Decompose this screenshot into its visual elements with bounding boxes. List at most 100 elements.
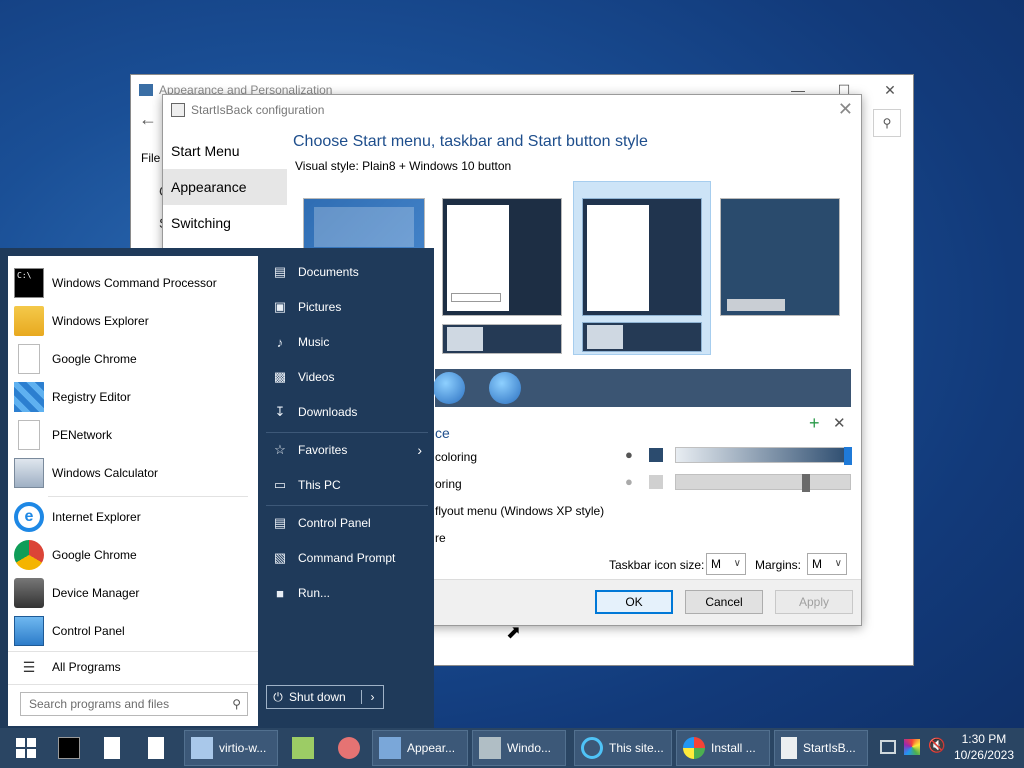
folder-pictures[interactable]: ▣ Pictures — [266, 290, 426, 324]
color-slider-1[interactable] — [675, 447, 852, 465]
this-pc[interactable]: ▭ This PC — [266, 468, 426, 502]
blank-file-icon — [148, 737, 164, 759]
right-run[interactable]: ■ Run... — [266, 576, 426, 610]
control-panel-icon — [139, 84, 153, 96]
taskbar-button-startisback[interactable]: StartIsB... — [774, 730, 868, 766]
folder-label: Music — [298, 335, 330, 349]
slider-thumb[interactable] — [802, 474, 810, 492]
shutdown-button[interactable]: ⏻ Shut down › — [266, 685, 384, 709]
taskbar-label: Install ... — [711, 741, 756, 755]
folder-label: Control Panel — [298, 516, 371, 530]
close-icon[interactable]: ✕ — [867, 75, 913, 105]
right-command-prompt[interactable]: ▧ Command Prompt — [266, 541, 426, 575]
chrome-icon — [14, 540, 44, 570]
add-icon[interactable]: + — [809, 413, 820, 434]
taskbar-button-install[interactable]: Install ... — [676, 730, 770, 766]
style-thumbnail-4[interactable] — [720, 198, 840, 316]
windows-orb-icon[interactable] — [433, 372, 465, 404]
folder-label: This PC — [298, 478, 341, 492]
color-swatch-1[interactable] — [649, 448, 663, 462]
option-flyout-menu[interactable]: flyout menu (Windows XP style) — [435, 504, 604, 518]
slider-thumb[interactable] — [844, 447, 852, 465]
style-thumbnail-3-selected[interactable] — [573, 181, 711, 355]
divider — [8, 684, 258, 685]
ok-button[interactable]: OK — [595, 590, 673, 614]
program-google-chrome-2[interactable]: Google Chrome — [8, 536, 258, 574]
folder-documents[interactable]: ▤ Documents — [266, 255, 426, 289]
videos-icon: ▩ — [273, 369, 287, 384]
color-slider-2[interactable] — [675, 474, 851, 492]
color-swatch-2[interactable] — [649, 475, 663, 489]
program-registry-editor[interactable]: Registry Editor — [8, 378, 258, 416]
downloads-icon: ↧ — [274, 404, 286, 419]
dialog-nav: Start Menu Appearance Switching — [163, 133, 287, 241]
folder-label: Pictures — [298, 300, 342, 314]
option-re[interactable]: re — [435, 531, 446, 545]
folder-label: Run... — [298, 586, 331, 600]
start-menu-programs: C:\ Windows Command Processor Windows Ex… — [8, 256, 258, 726]
pinned-notepad[interactable] — [286, 730, 322, 766]
taskbar-button-windows[interactable]: Windo... — [472, 730, 566, 766]
folder-music[interactable]: ♪ Music — [266, 325, 426, 359]
document-icon — [191, 737, 213, 759]
program-internet-explorer[interactable]: e Internet Explorer — [8, 498, 258, 536]
program-penetwork[interactable]: PENetwork — [8, 416, 258, 454]
taskbar-button-appearance[interactable]: Appear... — [372, 730, 468, 766]
file-menu[interactable]: File — [141, 151, 160, 165]
taskbar-preview-2[interactable] — [442, 324, 562, 354]
pinned-file[interactable] — [98, 730, 134, 766]
start-button[interactable] — [6, 730, 46, 766]
notepad-icon — [292, 737, 314, 759]
network-icon[interactable] — [880, 740, 896, 754]
option-coloring[interactable]: coloring — [435, 450, 477, 464]
dropper-icon[interactable]: ● — [625, 474, 633, 489]
nav-start-menu[interactable]: Start Menu — [163, 133, 287, 169]
remove-icon[interactable]: ✕ — [833, 414, 846, 432]
apply-button[interactable]: Apply — [775, 590, 853, 614]
folder-label: Favorites — [298, 443, 348, 457]
pinned-cmd[interactable] — [52, 730, 88, 766]
start-search-input[interactable]: Search programs and files ⚲ — [20, 692, 248, 716]
folder-label: Downloads — [298, 405, 358, 419]
program-device-manager[interactable]: Device Manager — [8, 574, 258, 612]
windows-orb-icon[interactable] — [489, 372, 521, 404]
option-oring[interactable]: oring — [435, 477, 462, 491]
margins-label: Margins: — [755, 558, 802, 572]
all-programs[interactable]: ☰ All Programs — [8, 648, 258, 686]
chevron-right-icon[interactable]: › — [361, 690, 383, 704]
search-icon: ⚲ — [232, 697, 241, 711]
pinned-paint[interactable] — [332, 730, 368, 766]
taskbar-label: Appear... — [407, 741, 456, 755]
cancel-button[interactable]: Cancel — [685, 590, 763, 614]
blank-file-icon — [18, 344, 40, 374]
folder-downloads[interactable]: ↧ Downloads — [266, 395, 426, 429]
taskbar-button-ie[interactable]: This site... — [574, 730, 672, 766]
margins-select[interactable]: M ∨ — [807, 553, 847, 575]
taskbar-button-virtio[interactable]: virtio-w... — [184, 730, 278, 766]
taskbar-icon-size-select[interactable]: M ∨ — [706, 553, 746, 575]
program-google-chrome[interactable]: Google Chrome — [8, 340, 258, 378]
close-icon[interactable]: ✕ — [838, 99, 853, 120]
dropper-icon[interactable]: ● — [625, 447, 633, 462]
program-control-panel[interactable]: Control Panel — [8, 612, 258, 650]
program-label: Google Chrome — [52, 548, 137, 562]
folder-favorites[interactable]: ☆ Favorites › — [266, 433, 426, 467]
nav-appearance[interactable]: Appearance — [163, 169, 287, 205]
right-control-panel[interactable]: ▤ Control Panel — [266, 506, 426, 540]
select-value: M — [711, 557, 721, 571]
pinned-file-2[interactable] — [142, 730, 178, 766]
style-thumbnail-2[interactable] — [442, 198, 562, 316]
system-clock[interactable]: 1:30 PM 10/26/2023 — [954, 731, 1014, 763]
program-windows-command-processor[interactable]: C:\ Windows Command Processor — [8, 264, 258, 302]
dialog-titlebar: StartIsBack configuration — [163, 95, 861, 125]
program-windows-calculator[interactable]: Windows Calculator — [8, 454, 258, 492]
search-icon[interactable]: ⚲ — [873, 109, 901, 137]
volume-muted-icon[interactable]: 🔇 — [928, 737, 945, 754]
nav-switching[interactable]: Switching — [163, 205, 287, 241]
visual-style-label: Visual style: Plain8 + Windows 10 button — [295, 159, 512, 173]
folder-videos[interactable]: ▩ Videos — [266, 360, 426, 394]
display-icon[interactable] — [904, 739, 920, 755]
cmd-icon: ▧ — [273, 550, 287, 565]
program-windows-explorer[interactable]: Windows Explorer — [8, 302, 258, 340]
back-arrow-icon[interactable]: ← — [139, 109, 157, 130]
